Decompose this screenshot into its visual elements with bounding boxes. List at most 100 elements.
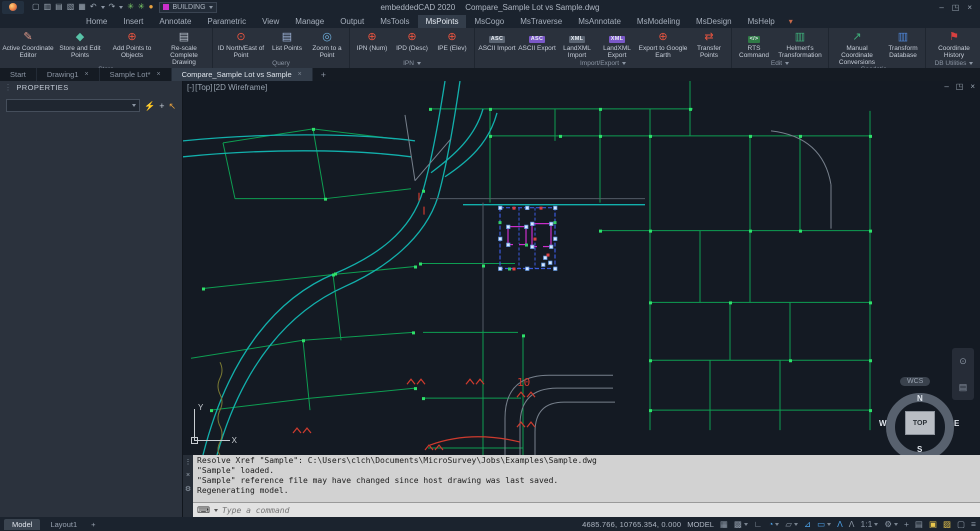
tab-parametric[interactable]: Parametric (199, 15, 254, 28)
drawing-restore-button[interactable]: ◳ (956, 82, 964, 91)
viewport-menu[interactable]: [-] (187, 83, 194, 92)
quick-select-icon[interactable]: ⚡ (144, 101, 155, 111)
transform-database-button[interactable]: ▥ Transform Database (883, 29, 923, 59)
tab-mstraverse[interactable]: MsTraverse (512, 15, 570, 28)
tab-home[interactable]: Home (78, 15, 115, 28)
close-tab-icon[interactable]: × (298, 71, 302, 78)
tab-manage[interactable]: Manage (287, 15, 332, 28)
store-edit-points-button[interactable]: ◆ Store and Edit Points (54, 29, 106, 59)
object-snap-tracking-icon[interactable]: ▭ (817, 519, 832, 530)
restore-button[interactable]: ◳ (952, 3, 960, 12)
select-objects-icon[interactable]: ↖ (168, 101, 176, 111)
save-icon[interactable]: ▤ (55, 2, 63, 12)
group-label-query[interactable]: Query (213, 59, 349, 68)
new-icon[interactable]: ▢ (32, 2, 40, 12)
ipd-desc-button[interactable]: ⊕ IPD (Desc) (392, 29, 432, 52)
pan-icon[interactable]: ▤ (959, 382, 968, 393)
open-icon[interactable]: ▥ (44, 2, 52, 12)
graphics-performance-icon[interactable]: ▨ (943, 519, 951, 530)
tab-msannotate[interactable]: MsAnnotate (570, 15, 629, 28)
tab-mshelp[interactable]: MsHelp (740, 15, 783, 28)
doc-tab-sample-lot[interactable]: Sample Lot* × (100, 68, 172, 81)
layer-visibility-icon[interactable]: ✳ (127, 2, 134, 12)
grid-display-icon[interactable]: ▦ (720, 519, 728, 530)
compass-north[interactable]: N (917, 394, 923, 403)
compass-south[interactable]: S (917, 445, 922, 454)
selection-type-combo[interactable] (6, 99, 140, 112)
object-snap-icon[interactable]: ⊿ (804, 519, 811, 530)
compass-top-face[interactable]: TOP (905, 411, 935, 435)
tab-insert[interactable]: Insert (115, 15, 151, 28)
ascii-import-button[interactable]: ASC ASCII Import (477, 29, 517, 52)
annotation-monitor-icon[interactable]: + (904, 519, 909, 529)
palette-grip-icon[interactable]: ⋮ (185, 458, 192, 466)
zoom-to-point-button[interactable]: ◎ Zoom to a Point (307, 29, 347, 59)
manual-coordinate-conversions-button[interactable]: ↗ Manual Coordinate Conversions (831, 29, 883, 66)
command-settings-wrench-icon[interactable]: ⚙ (185, 485, 191, 493)
compass-west[interactable]: W (879, 419, 887, 428)
wcs-label[interactable]: WCS (900, 377, 931, 386)
layer-selector[interactable]: BUILDING (159, 1, 217, 13)
redo-dropdown-caret[interactable] (119, 5, 124, 9)
command-close-icon[interactable]: × (186, 472, 190, 479)
annotation-scale-selector[interactable]: 1:1 (860, 519, 879, 529)
layer-dropdown-caret[interactable] (208, 5, 213, 9)
undo-icon[interactable]: ↶ (90, 2, 97, 12)
quick-properties-icon[interactable]: ▤ (915, 519, 923, 530)
clean-screen-icon[interactable]: ▢ (957, 519, 965, 530)
layer-lock-icon[interactable]: ● (149, 2, 154, 12)
tab-annotate[interactable]: Annotate (151, 15, 199, 28)
undo-dropdown-caret[interactable] (100, 5, 105, 9)
recent-commands-caret[interactable] (214, 508, 218, 512)
id-north-east-button[interactable]: ⊙ ID North/East of Point (215, 29, 267, 59)
group-label-ipn[interactable]: IPN (350, 58, 474, 68)
autoscale-icon[interactable]: Λ (849, 519, 855, 529)
doc-tab-start[interactable]: Start (0, 68, 37, 81)
close-tab-icon[interactable]: × (156, 71, 160, 78)
isolate-objects-icon[interactable]: ▣ (929, 519, 937, 530)
export-google-earth-button[interactable]: ⊕ Export to Google Earth (637, 29, 689, 59)
polar-tracking-icon[interactable]: ◔ (768, 519, 780, 529)
rescale-drawing-button[interactable]: ▤ Re-scale Complete Drawing (158, 29, 210, 66)
app-menu-button[interactable] (2, 0, 24, 14)
ribbon-display-toggle-icon[interactable]: ▾ (783, 15, 799, 28)
view-compass[interactable]: WCS N E S W TOP (879, 377, 959, 455)
tab-msdesign[interactable]: MsDesign (688, 15, 740, 28)
new-drawing-tab-button[interactable]: + (313, 68, 334, 81)
layout1-tab[interactable]: Layout1 (42, 519, 85, 530)
add-points-to-objects-button[interactable]: ⊕ Add Points to Objects (106, 29, 158, 59)
ortho-mode-icon[interactable]: ∟ (754, 519, 762, 529)
active-coordinate-editor-button[interactable]: ✎ Active Coordinate Editor (2, 29, 54, 59)
model-tab[interactable]: Model (4, 518, 41, 530)
redo-icon[interactable]: ↷ (109, 2, 116, 12)
ipn-num-button[interactable]: ⊕ IPN (Num) (352, 29, 392, 52)
visual-style-control[interactable]: [2D Wireframe] (213, 83, 267, 92)
properties-header[interactable]: ⋮ PROPERTIES (0, 81, 182, 94)
layer-freeze-icon[interactable]: ✳ (138, 2, 145, 12)
landxml-export-button[interactable]: XML LandXML Export (597, 29, 637, 59)
command-keyboard-icon[interactable]: ⌨ (197, 505, 210, 516)
palette-grip-icon[interactable]: ⋮ (4, 83, 12, 92)
tab-output[interactable]: Output (332, 15, 372, 28)
transfer-points-button[interactable]: ⇄ Transfer Points (689, 29, 729, 59)
doc-tab-compare[interactable]: Compare_Sample Lot vs Sample × (171, 68, 313, 81)
tab-mscogo[interactable]: MsCogo (466, 15, 512, 28)
ipe-elev-button[interactable]: ⊕ IPE (Elev) (432, 29, 472, 52)
annotation-visibility-icon[interactable]: Λ (837, 519, 843, 529)
selection-grips[interactable] (498, 205, 558, 271)
workspace-switching-icon[interactable]: ⚙ (884, 519, 898, 530)
coordinate-history-button[interactable]: ⚑ Coordinate History (928, 29, 980, 59)
customization-menu-icon[interactable]: ≡ (971, 519, 976, 529)
tab-mspoints[interactable]: MsPoints (417, 15, 467, 28)
close-button[interactable]: × (967, 3, 972, 12)
selection-type-value[interactable] (10, 101, 132, 110)
tab-view[interactable]: View (254, 15, 287, 28)
drawing-minimize-button[interactable]: – (944, 82, 948, 91)
view-control[interactable]: [Top] (195, 83, 212, 92)
doc-tab-drawing1[interactable]: Drawing1 × (37, 68, 100, 81)
list-points-button[interactable]: ▤ List Points (267, 29, 307, 52)
navigation-wheel-icon[interactable]: ⊙ (959, 356, 967, 367)
tab-msmodeling[interactable]: MsModeling (629, 15, 688, 28)
ascii-export-button[interactable]: ASC ASCII Export (517, 29, 557, 52)
pickadd-toggle-icon[interactable]: + (159, 101, 164, 111)
